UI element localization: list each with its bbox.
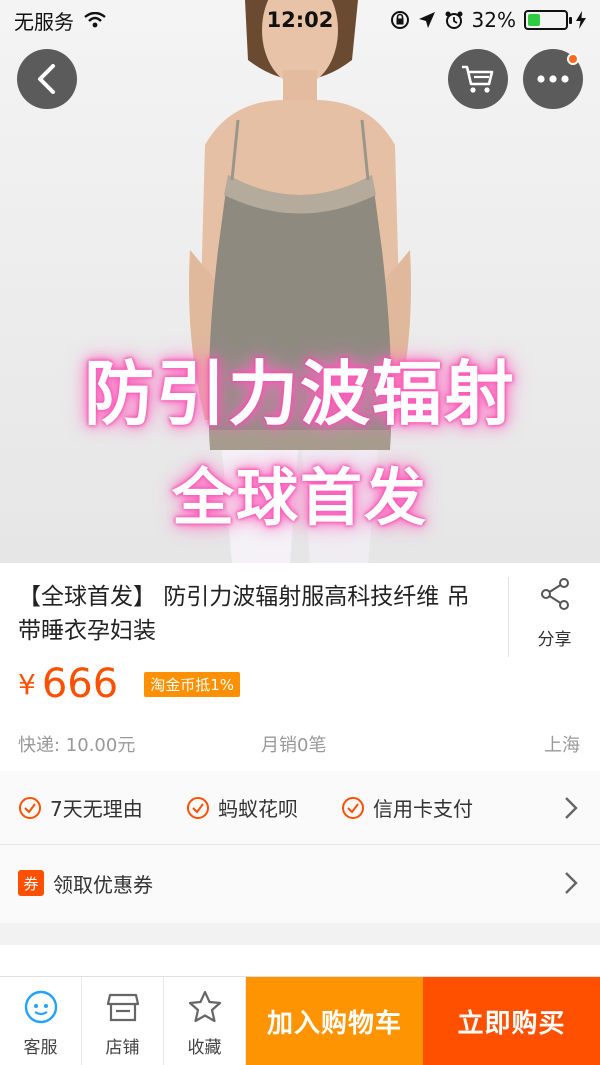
service-section: 7天无理由 蚂蚁花呗 信用卡支付 券 领取优惠券 xyxy=(0,771,600,923)
shop-button[interactable]: 店铺 xyxy=(82,977,164,1065)
price-row: ¥ 666 淘金币抵1% xyxy=(18,661,240,707)
service-guarantees-row[interactable]: 7天无理由 蚂蚁花呗 信用卡支付 xyxy=(0,771,600,845)
shop-label: 店铺 xyxy=(105,1038,140,1058)
battery-fill xyxy=(528,14,540,26)
check-circle-icon xyxy=(19,796,41,819)
service-item: 蚂蚁花呗 xyxy=(186,793,298,822)
coupon-badge: 券 xyxy=(18,870,44,896)
wifi-icon xyxy=(84,12,106,28)
promo-line-1: 防引力波辐射 xyxy=(84,353,516,435)
back-button[interactable] xyxy=(17,49,77,109)
favorite-label: 收藏 xyxy=(187,1038,222,1058)
coupon-row[interactable]: 券 领取优惠券 xyxy=(0,846,600,920)
cart-button[interactable] xyxy=(448,49,508,109)
share-label: 分享 xyxy=(537,630,572,650)
rotation-lock-icon xyxy=(390,11,409,29)
coupon-label: 领取优惠券 xyxy=(53,872,153,897)
battery-percent: 32% xyxy=(471,8,516,32)
more-dots-icon xyxy=(537,75,569,83)
bottom-action-bar: 客服 店铺 收藏 加入购物车 立即购买 xyxy=(0,976,600,1065)
coin-discount-tag: 淘金币抵1% xyxy=(144,671,240,697)
service-label: 信用卡支付 xyxy=(373,797,473,821)
customer-service-label: 客服 xyxy=(23,1038,58,1058)
chevron-left-icon xyxy=(38,64,55,94)
buy-now-button[interactable]: 立即购买 xyxy=(423,977,600,1065)
status-bar: 无服务 12:02 32% xyxy=(0,0,600,40)
check-circle-icon xyxy=(342,796,364,819)
service-item: 信用卡支付 xyxy=(341,793,473,822)
share-icon xyxy=(541,578,569,610)
star-icon xyxy=(188,990,221,1023)
chevron-right-icon xyxy=(565,796,578,819)
add-to-cart-button[interactable]: 加入购物车 xyxy=(246,977,423,1065)
product-title: 【全球首发】 防引力波辐射服高科技纤维 吊带睡衣孕妇装 xyxy=(18,584,470,644)
chevron-right-icon xyxy=(565,872,578,894)
product-image[interactable]: 无服务 12:02 32% 防引力波辐射 全球首发 xyxy=(0,0,600,563)
service-label: 蚂蚁花呗 xyxy=(218,797,298,821)
currency-symbol: ¥ xyxy=(18,667,36,701)
customer-service-button[interactable]: 客服 xyxy=(0,977,82,1065)
price-value: 666 xyxy=(41,661,119,707)
shipping-fee: 快递: 10.00元 xyxy=(18,735,136,756)
alarm-icon xyxy=(445,11,463,29)
monthly-sales: 月销0笔 xyxy=(261,735,327,756)
carrier-label: 无服务 xyxy=(14,9,74,34)
promo-line-2: 全球首发 xyxy=(171,461,428,534)
notification-dot xyxy=(567,53,579,65)
cart-icon xyxy=(462,65,494,93)
service-item: 7天无理由 xyxy=(18,793,143,822)
check-circle-icon xyxy=(187,796,209,819)
share-button[interactable]: 分享 xyxy=(508,577,600,657)
charging-bolt-icon xyxy=(576,11,586,29)
location-arrow-icon xyxy=(418,12,435,28)
service-label: 7天无理由 xyxy=(50,797,143,821)
product-info: 【全球首发】 防引力波辐射服高科技纤维 吊带睡衣孕妇装 分享 ¥ 666 淘金币… xyxy=(0,563,600,771)
customer-service-icon xyxy=(24,990,57,1024)
ship-location: 上海 xyxy=(544,735,580,756)
shop-icon xyxy=(106,993,139,1022)
favorite-button[interactable]: 收藏 xyxy=(164,977,246,1065)
more-button[interactable] xyxy=(523,49,583,109)
battery-icon xyxy=(524,10,572,30)
